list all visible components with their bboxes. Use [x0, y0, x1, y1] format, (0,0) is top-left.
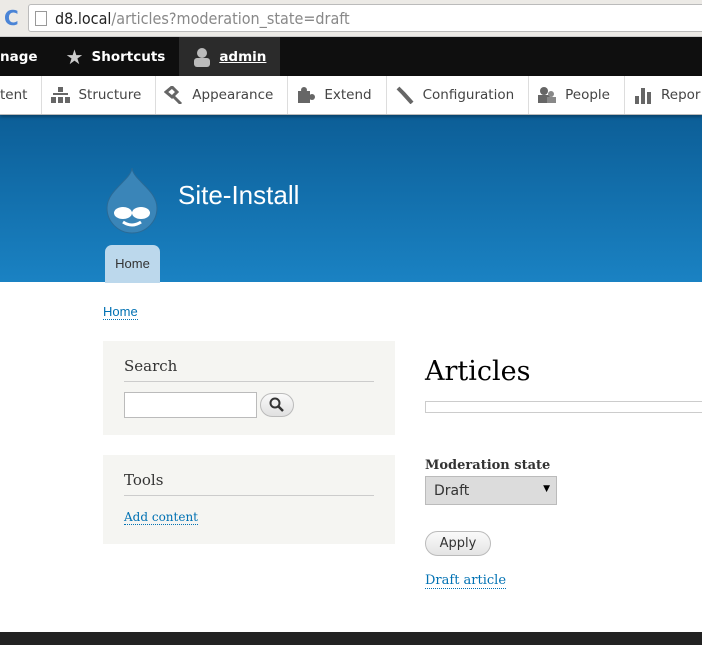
menu-label: Structure [78, 87, 142, 103]
user-label: admin [219, 48, 267, 65]
moderation-state-label: Moderation state [425, 458, 551, 473]
drupal-logo-icon[interactable] [103, 166, 161, 234]
menu-reports[interactable]: Repor [625, 76, 702, 114]
extend-icon [298, 87, 316, 103]
moderation-state-select[interactable]: Draft ▼ [425, 476, 557, 505]
menu-label: Configuration [422, 87, 515, 103]
toolbar-manage[interactable]: nage [0, 37, 52, 76]
divider [425, 401, 702, 413]
appearance-icon [164, 86, 183, 104]
menu-label: People [565, 87, 610, 103]
menu-appearance[interactable]: Appearance [156, 76, 289, 114]
apply-button[interactable]: Apply [425, 531, 491, 556]
search-icon [269, 397, 284, 412]
shortcuts-label: Shortcuts [91, 48, 166, 65]
toolbar-user[interactable]: admin [179, 37, 281, 76]
site-name[interactable]: Site-Install [178, 180, 299, 211]
menu-structure[interactable]: Structure [42, 76, 157, 114]
url-path: /articles?moderation_state=draft [111, 8, 350, 28]
menu-configuration[interactable]: Configuration [387, 76, 530, 114]
toolbar-shortcuts[interactable]: ★ Shortcuts [52, 37, 180, 76]
page-title: Articles [425, 356, 531, 387]
draft-article-link[interactable]: Draft article [425, 573, 507, 589]
search-button[interactable] [260, 393, 294, 417]
menu-extend[interactable]: Extend [288, 76, 387, 114]
manage-label: nage [0, 48, 38, 65]
search-block-title: Search [124, 357, 374, 382]
address-bar[interactable]: d8.local/articles?moderation_state=draft [28, 4, 702, 32]
menu-people[interactable]: People [529, 76, 625, 114]
tools-block: Tools Add content [103, 455, 395, 544]
search-input[interactable] [124, 392, 257, 418]
url-host: d8.local [55, 8, 112, 28]
star-icon: ★ [65, 44, 84, 69]
menu-label: Extend [324, 87, 372, 103]
select-value: Draft [434, 483, 470, 499]
dropdown-arrow-icon: ▼ [543, 484, 550, 494]
structure-icon [51, 87, 71, 103]
search-block: Search [103, 341, 395, 435]
page-icon [35, 10, 47, 26]
footer [0, 632, 702, 645]
reports-icon [635, 88, 651, 104]
tab-home[interactable]: Home [105, 245, 160, 283]
admin-menu: tent Structure Appearance Extend Configu… [0, 76, 702, 115]
menu-label: Appearance [192, 87, 274, 103]
wrench-icon [396, 86, 414, 104]
add-content-link[interactable]: Add content [124, 510, 198, 525]
breadcrumb-home[interactable]: Home [103, 304, 138, 320]
menu-label: tent [0, 87, 28, 103]
menu-label: Repor [661, 87, 701, 103]
tools-block-title: Tools [124, 471, 374, 496]
reload-icon[interactable]: C [4, 6, 28, 30]
admin-toolbar: nage ★ Shortcuts admin [0, 37, 702, 76]
user-icon [194, 47, 211, 67]
menu-content[interactable]: tent [0, 76, 43, 114]
browser-bar: C d8.local/articles?moderation_state=dra… [0, 0, 702, 37]
people-icon [538, 87, 557, 103]
